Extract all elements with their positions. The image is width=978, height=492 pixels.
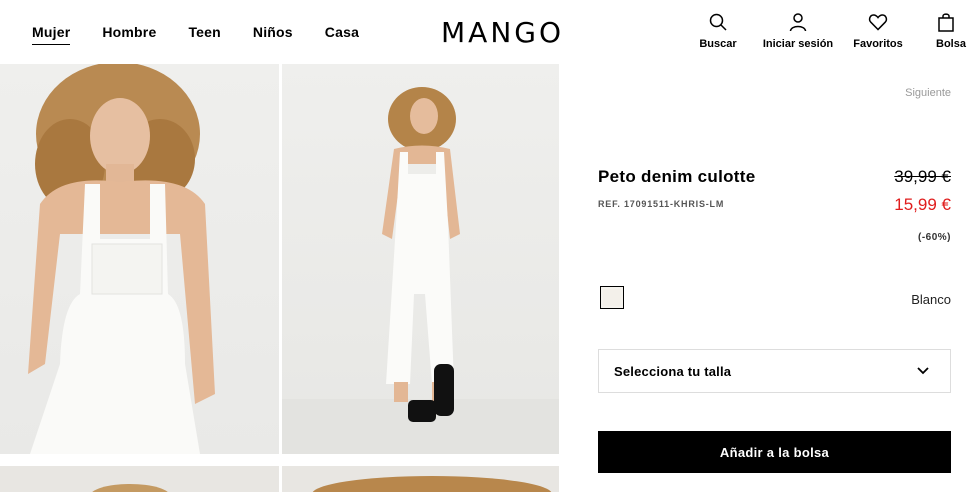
chevron-down-icon (917, 367, 929, 375)
product-image-3[interactable] (0, 466, 279, 492)
model-photo-closeup (28, 64, 215, 454)
nav-item-casa[interactable]: Casa (325, 24, 359, 45)
color-swatch-fill (603, 289, 621, 306)
search-button[interactable]: Buscar (678, 12, 758, 50)
brand-logo[interactable]: MANGO (441, 16, 564, 49)
size-selector[interactable]: Selecciona tu talla (598, 349, 951, 393)
nav-item-ninos[interactable]: Niños (253, 24, 293, 45)
product-reference: REF. 17091511-KHRIS-LM (598, 199, 725, 209)
color-swatch-white[interactable] (600, 286, 624, 309)
size-selector-label: Selecciona tu talla (614, 363, 732, 379)
next-product-link[interactable]: Siguiente (905, 87, 951, 99)
sale-price: 15,99 € (894, 195, 951, 214)
product-image-2[interactable] (282, 64, 559, 454)
product-image-4[interactable] (282, 466, 559, 492)
nav-item-hombre[interactable]: Hombre (102, 24, 156, 45)
favorites-label: Favoritos (853, 38, 903, 50)
discount-badge: (-60%) (917, 232, 951, 243)
header-actions: Buscar Iniciar sesión Favoritos Bolsa (678, 12, 978, 50)
nav-item-teen[interactable]: Teen (188, 24, 220, 45)
search-icon (709, 13, 727, 31)
product-title: Peto denim culotte (598, 167, 756, 186)
bag-button[interactable]: Bolsa (918, 12, 978, 50)
bag-icon (938, 13, 954, 32)
add-to-bag-button[interactable]: Añadir a la bolsa (598, 431, 951, 473)
login-label: Iniciar sesión (762, 38, 834, 50)
search-label: Buscar (699, 38, 737, 50)
model-photo-4 (312, 476, 552, 492)
selected-color-name: Blanco (911, 292, 951, 307)
nav-item-mujer[interactable]: Mujer (32, 24, 71, 45)
model-photo-3 (92, 484, 168, 492)
user-icon (789, 13, 807, 32)
login-button[interactable]: Iniciar sesión (758, 12, 838, 50)
bag-label: Bolsa (936, 38, 966, 50)
site-header: Mujer Hombre Teen Niños Casa MANGO Busca… (0, 0, 978, 64)
product-image-1[interactable] (0, 64, 279, 454)
heart-icon (868, 14, 888, 31)
original-price: 39,99 € (894, 167, 951, 186)
main-nav: Mujer Hombre Teen Niños Casa (32, 24, 359, 45)
favorites-button[interactable]: Favoritos (838, 12, 918, 50)
model-photo-full (282, 87, 559, 454)
